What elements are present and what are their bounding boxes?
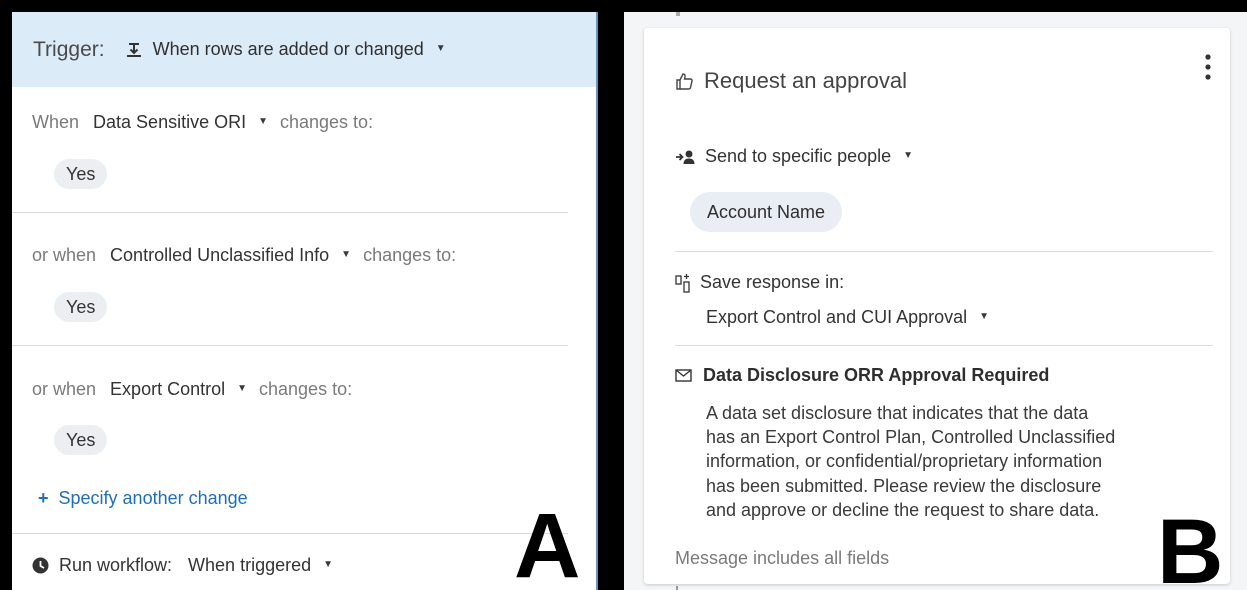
run-workflow-label: Run workflow: (59, 555, 173, 575)
divider (675, 345, 1213, 346)
save-column-icon (675, 273, 690, 293)
condition-suffix: changes to: (280, 111, 374, 132)
condition-field-select[interactable]: Data Sensitive ORI ▼ (93, 112, 268, 133)
send-to-row: Send to specific people ▼ (675, 146, 913, 167)
mail-icon (675, 369, 692, 382)
condition-value-chip[interactable]: Yes (54, 292, 108, 322)
run-workflow-value: When triggered (188, 555, 312, 575)
chevron-down-icon: ▼ (435, 43, 446, 54)
trigger-selector[interactable]: When rows are added or changed ▼ (125, 39, 446, 60)
condition-field-select[interactable]: Export Control ▼ (110, 379, 247, 400)
approval-card: Request an approval Send to specific peo… (644, 28, 1230, 584)
panel-a: Trigger: When rows are added or changed … (12, 12, 598, 590)
panel-label-a: A (514, 495, 581, 590)
message-body[interactable]: A data set disclosure that indicates tha… (706, 401, 1196, 522)
condition-field: Data Sensitive ORI (93, 111, 247, 132)
save-response-label: Save response in: (700, 272, 845, 292)
recipient-chip[interactable]: Account Name (690, 192, 843, 232)
save-response-row: Save response in: (675, 272, 844, 293)
panel-divider (596, 12, 598, 590)
condition-prefix: or when (32, 378, 97, 399)
run-workflow-select[interactable]: When triggered ▼ (172, 555, 333, 576)
condition-field: Controlled Unclassified Info (110, 244, 330, 265)
connector-tick (676, 12, 680, 16)
card-title: Request an approval (704, 68, 908, 93)
condition-suffix: changes to: (363, 244, 457, 265)
more-options-icon[interactable] (1204, 52, 1212, 82)
trigger-icon (126, 42, 141, 57)
panel-b: Request an approval Send to specific peo… (624, 12, 1247, 590)
condition-value-chip[interactable]: Yes (54, 425, 108, 455)
message-line: has an Export Control Plan, Controlled U… (706, 427, 1116, 448)
specify-another-change-link[interactable]: + Specify another change (38, 488, 248, 509)
message-footer: Message includes all fields (675, 548, 890, 568)
chevron-down-icon: ▼ (979, 311, 990, 322)
condition-field: Export Control (110, 378, 226, 399)
message-subject-row: Data Disclosure ORR Approval Required (675, 365, 1049, 386)
message-line: has been submitted. Please review the di… (706, 475, 1102, 496)
chevron-down-icon: ▼ (341, 248, 352, 260)
message-line: A data set disclosure that indicates tha… (706, 403, 1089, 423)
card-header: Request an approval (675, 68, 907, 94)
condition-suffix: changes to: (259, 378, 353, 399)
run-workflow-row: Run workflow: When triggered ▼ (32, 555, 333, 576)
plus-icon: + (38, 488, 49, 508)
condition-prefix: or when (32, 244, 97, 265)
message-line: and approve or decline the request to sh… (706, 499, 1100, 520)
chevron-down-icon: ▼ (258, 115, 268, 127)
clock-icon (32, 557, 49, 574)
save-response-select[interactable]: Export Control and CUI Approval ▼ (706, 307, 989, 328)
save-response-value: Export Control and CUI Approval (706, 307, 968, 327)
condition-row: When Data Sensitive ORI ▼ changes to: (12, 109, 568, 135)
panel-label-b: B (1157, 501, 1224, 590)
send-to-select[interactable]: Send to specific people ▼ (705, 146, 913, 167)
connector-tick (676, 586, 678, 590)
divider (675, 251, 1213, 252)
condition-field-select[interactable]: Controlled Unclassified Info ▼ (110, 245, 351, 266)
thumbs-up-icon (676, 72, 693, 90)
trigger-label: Trigger: (33, 37, 105, 61)
trigger-value: When rows are added or changed (152, 39, 424, 59)
divider (12, 212, 568, 213)
chevron-down-icon: ▼ (903, 150, 914, 161)
message-subject: Data Disclosure ORR Approval Required (703, 365, 1050, 385)
divider (12, 533, 568, 534)
condition-value-chip[interactable]: Yes (54, 159, 108, 189)
specify-link-label: Specify another change (58, 488, 248, 508)
add-person-icon (676, 150, 695, 164)
send-to-label: Send to specific people (705, 146, 892, 166)
message-line: information, or confidential/proprietary… (706, 451, 1103, 472)
condition-prefix: When (32, 111, 80, 132)
condition-row: or when Controlled Unclassified Info ▼ c… (12, 242, 568, 268)
chevron-down-icon: ▼ (323, 559, 334, 570)
chevron-down-icon: ▼ (237, 382, 248, 394)
divider (12, 345, 568, 346)
condition-row: or when Export Control ▼ changes to: (12, 376, 568, 402)
trigger-bar: Trigger: When rows are added or changed … (12, 12, 596, 87)
